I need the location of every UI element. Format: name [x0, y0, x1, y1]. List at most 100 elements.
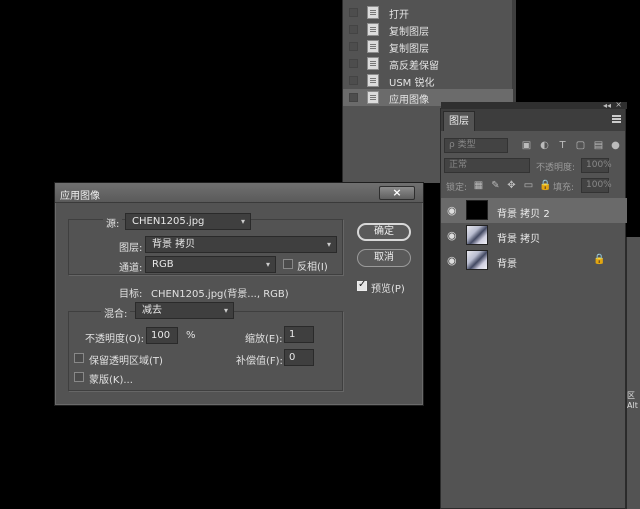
collapse-icon[interactable]: ◂◂ [603, 102, 611, 110]
smart-object-filter-icon[interactable]: ▤ [593, 140, 604, 151]
blending-value: 减去 [142, 305, 162, 316]
source-value: CHEN1205.jpg [132, 216, 205, 227]
invert-checkbox[interactable] [283, 259, 293, 269]
layer-select[interactable]: 背景 拷贝 ▾ [145, 236, 337, 253]
history-item-label: 高反差保留 [389, 61, 439, 72]
history-item-label: 复制图层 [389, 27, 429, 38]
source-label: 源: [103, 215, 123, 230]
blend-mode-select[interactable]: 正常 [444, 158, 530, 173]
invert-label: 反相(I) [297, 262, 328, 273]
layer-value: 背景 拷贝 [152, 239, 196, 250]
lock-all-icon[interactable]: 🔒 [539, 180, 551, 191]
layer-thumbnail [466, 200, 488, 220]
lock-transparent-icon[interactable]: ▦ [473, 180, 484, 191]
mask-checkbox[interactable] [74, 372, 84, 382]
history-item[interactable]: 打开 [343, 4, 513, 21]
lock-label: 锁定: [446, 183, 468, 193]
dialog-title: 应用图像 [60, 191, 100, 202]
visibility-eye-icon[interactable]: ◉ [447, 230, 457, 241]
lock-artboard-icon[interactable]: ▭ [523, 180, 534, 191]
visibility-eye-icon[interactable]: ◉ [447, 205, 457, 216]
fill-input[interactable]: 100% [581, 178, 612, 193]
history-source-checkbox[interactable] [349, 8, 358, 17]
opacity-label: 不透明度: [536, 163, 576, 173]
blending-select[interactable]: 减去 ▾ [135, 302, 234, 319]
close-button[interactable]: × [379, 186, 415, 200]
lock-pixels-icon[interactable]: ✎ [490, 180, 501, 191]
side-panel-text: Alt [627, 401, 638, 410]
source-select[interactable]: CHEN1205.jpg ▾ [125, 213, 251, 230]
fill-label: 填充: [553, 183, 575, 193]
apply-image-dialog: 应用图像 × 源: CHEN1205.jpg ▾ 图层: 背景 拷贝 ▾ 通道:… [54, 182, 424, 406]
opacity-label: 不透明度(O): [85, 334, 145, 345]
chevron-down-icon: ▾ [240, 217, 245, 226]
document-icon [367, 91, 379, 104]
opacity-input[interactable]: 100% [581, 158, 612, 173]
history-item[interactable]: 复制图层 [343, 21, 513, 38]
layer-row-background-copy[interactable]: ◉ 背景 拷贝 [441, 223, 627, 248]
type-filter-icon[interactable]: T [557, 140, 568, 151]
document-icon [367, 57, 379, 70]
chevron-down-icon: ▾ [326, 240, 331, 249]
cancel-button[interactable]: 取消 [357, 249, 411, 267]
panel-menu-icon[interactable] [612, 115, 621, 123]
channel-label: 通道: [119, 263, 143, 274]
filter-toggle-icon[interactable]: ● [610, 140, 621, 151]
history-item-label: 复制图层 [389, 44, 429, 55]
target-label: 目标: [119, 289, 143, 300]
history-item[interactable]: USM 锐化 [343, 72, 513, 89]
chevron-down-icon: ▾ [265, 260, 270, 269]
dialog-titlebar[interactable]: 应用图像 × [55, 183, 423, 203]
history-source-checkbox[interactable] [349, 76, 358, 85]
adjustment-filter-icon[interactable]: ◐ [539, 140, 550, 151]
layer-label: 图层: [119, 243, 143, 254]
target-value: CHEN1205.jpg(背景..., RGB) [151, 289, 289, 300]
document-icon [367, 40, 379, 53]
chevron-down-icon: ▾ [223, 306, 228, 315]
history-item-label: 打开 [389, 10, 409, 21]
blending-label: 混合: [101, 305, 131, 320]
offset-input[interactable]: 0 [284, 349, 314, 366]
close-icon[interactable]: × [615, 101, 622, 109]
preserve-transparency-label: 保留透明区域(T) [89, 356, 163, 367]
offset-label: 补偿值(F): [236, 356, 283, 367]
history-source-checkbox[interactable] [349, 42, 358, 51]
layer-row-background-copy-2[interactable]: ◉ 背景 拷贝 2 [441, 198, 627, 223]
layer-thumbnail [466, 250, 488, 270]
preview-label: 预览(P) [371, 284, 405, 295]
scale-input[interactable]: 1 [284, 326, 314, 343]
history-item[interactable]: 复制图层 [343, 38, 513, 55]
layers-panel: ◂◂ × 图层 ρ 类型 ▣ ◐ T ▢ ▤ ● 正常 不透明度: 100% 锁… [440, 101, 627, 509]
mask-label: 蒙版(K)... [89, 375, 133, 386]
layer-name: 背景 拷贝 [497, 234, 541, 245]
layer-row-background[interactable]: ◉ 背景 🔒 [441, 248, 627, 273]
document-icon [367, 6, 379, 19]
opacity-input[interactable]: 100 [146, 327, 178, 344]
image-filter-icon[interactable]: ▣ [521, 140, 532, 151]
preview-checkbox[interactable] [357, 279, 367, 291]
history-item-label: 应用图像 [389, 95, 429, 106]
history-source-checkbox[interactable] [349, 59, 358, 68]
preserve-transparency-checkbox[interactable] [74, 353, 84, 363]
layer-thumbnail [466, 225, 488, 245]
lock-icon: 🔒 [593, 254, 606, 265]
layer-filter-select[interactable]: ρ 类型 [444, 138, 508, 153]
layer-name: 背景 [497, 259, 517, 270]
document-icon [367, 23, 379, 36]
lock-position-icon[interactable]: ✥ [506, 180, 517, 191]
panel-header-strip [441, 102, 627, 109]
layer-name: 背景 拷贝 2 [497, 209, 550, 220]
tab-layers[interactable]: 图层 [443, 111, 475, 131]
history-item[interactable]: 高反差保留 [343, 55, 513, 72]
opacity-unit: % [186, 330, 196, 341]
visibility-eye-icon[interactable]: ◉ [447, 255, 457, 266]
side-panel-text: 区 [627, 391, 635, 400]
channel-select[interactable]: RGB ▾ [145, 256, 276, 273]
history-source-checkbox[interactable] [349, 93, 358, 102]
side-panel-partial: 区 Alt [626, 237, 640, 509]
history-source-checkbox[interactable] [349, 25, 358, 34]
scale-label: 缩放(E): [245, 334, 283, 345]
history-item-label: USM 锐化 [389, 78, 435, 89]
ok-button[interactable]: 确定 [357, 223, 411, 241]
shape-filter-icon[interactable]: ▢ [575, 140, 586, 151]
